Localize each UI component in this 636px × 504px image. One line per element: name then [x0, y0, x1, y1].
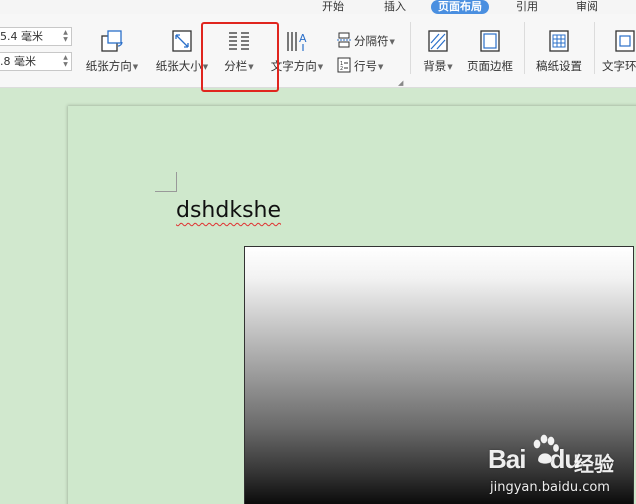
- text-direction-icon: A: [287, 32, 307, 51]
- columns-icon: [229, 32, 249, 50]
- baidu-jingyan-watermark: Bai du 经验 jingyan.baidu.com: [488, 434, 634, 500]
- page-layout-ribbon: 5.4 毫米 ▲ ▼ .8 毫米 ▲ ▼ 纸张方向▼ 纸张大小▼ 分栏▼ A 文…: [0, 14, 636, 88]
- tab-insert[interactable]: 插入: [384, 0, 406, 14]
- tab-references[interactable]: 引用: [516, 0, 538, 14]
- line-numbers-button[interactable]: 1 2 行号▼: [336, 57, 383, 74]
- chevron-down-icon: ▼: [317, 63, 324, 71]
- orientation-icon: [101, 30, 123, 52]
- page-border-icon: [480, 30, 500, 52]
- manuscript-icon: [549, 30, 569, 52]
- ribbon-divider: [594, 22, 595, 74]
- margin-top-spinner[interactable]: 5.4 毫米 ▲ ▼: [0, 27, 72, 46]
- ribbon-divider: [410, 22, 411, 74]
- columns-button[interactable]: 分栏▼: [216, 28, 262, 74]
- chevron-down-icon: ▼: [132, 63, 139, 71]
- text-direction-button[interactable]: A 文字方向▼: [268, 28, 326, 74]
- orientation-button[interactable]: 纸张方向▼: [84, 28, 140, 74]
- chevron-down-icon: ▼: [378, 63, 384, 71]
- text-wrap-label: 文字环: [602, 59, 636, 73]
- columns-label: 分栏: [224, 59, 248, 73]
- tab-page-layout[interactable]: 页面布局: [431, 0, 489, 14]
- text-wrap-button[interactable]: 文字环: [602, 28, 636, 74]
- margin-corner-mark: [155, 172, 177, 192]
- manuscript-label: 稿纸设置: [536, 59, 582, 73]
- margin-bottom-spinner[interactable]: .8 毫米 ▲ ▼: [0, 52, 72, 71]
- background-button[interactable]: 背景▼: [416, 28, 460, 74]
- document-body-text[interactable]: dshdkshe: [176, 198, 281, 223]
- background-icon: [428, 30, 448, 52]
- svg-text:A: A: [299, 32, 307, 45]
- chevron-down-icon: ▼: [447, 63, 453, 71]
- text-wrap-icon: [615, 30, 635, 52]
- ribbon-tab-bar: 开始 插入 页面布局 引用 审阅: [0, 0, 636, 14]
- paper-size-label: 纸张大小: [155, 59, 202, 73]
- tab-home[interactable]: 开始: [322, 0, 344, 14]
- page-border-label: 页面边框: [467, 59, 513, 73]
- spinner-arrows-icon[interactable]: ▲ ▼: [62, 29, 69, 44]
- svg-text:2: 2: [340, 66, 343, 72]
- chevron-down-icon: ▼: [248, 63, 254, 71]
- text-direction-label: 文字方向: [270, 59, 317, 73]
- page-border-button[interactable]: 页面边框: [464, 28, 516, 74]
- chevron-down-icon: ▼: [389, 38, 395, 46]
- breaks-label: 分隔符: [354, 34, 389, 48]
- paper-size-button[interactable]: 纸张大小▼: [153, 28, 211, 74]
- tab-review[interactable]: 审阅: [576, 0, 598, 14]
- margin-top-value: 5.4 毫米: [0, 30, 43, 43]
- page-break-icon: [337, 32, 351, 48]
- breaks-button[interactable]: 分隔符▼: [336, 32, 395, 49]
- ribbon-divider: [524, 22, 525, 74]
- watermark-url-text: jingyan.baidu.com: [490, 480, 610, 495]
- paper-size-icon: [172, 30, 192, 52]
- page-setup-launcher-icon[interactable]: ◢: [398, 79, 403, 87]
- spinner-arrows-icon[interactable]: ▲ ▼: [62, 54, 69, 69]
- line-numbers-label: 行号: [354, 59, 377, 73]
- line-numbers-icon: 1 2: [337, 57, 351, 73]
- orientation-label: 纸张方向: [85, 59, 132, 73]
- watermark-cn-text: 经验: [574, 452, 614, 476]
- manuscript-settings-button[interactable]: 稿纸设置: [532, 28, 586, 74]
- margin-bottom-value: .8 毫米: [0, 55, 36, 68]
- baidu-paw-icon: [533, 434, 560, 465]
- chevron-down-icon: ▼: [202, 63, 209, 71]
- background-label: 背景: [423, 59, 447, 73]
